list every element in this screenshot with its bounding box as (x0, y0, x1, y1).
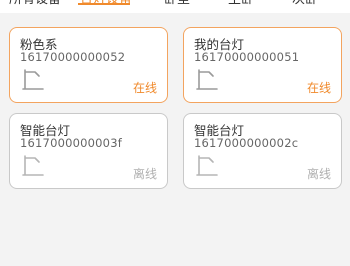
desk-lamp-icon (22, 69, 44, 90)
tab-all-devices[interactable]: 所有设备 (9, 0, 61, 9)
desk-lamp-icon (22, 155, 44, 176)
device-serial: 1617000000003f (20, 136, 122, 150)
active-tab-indicator (78, 3, 130, 5)
device-status: 离线 (306, 167, 331, 181)
tab-master-bedroom[interactable]: 主卧 (228, 0, 254, 9)
tab-bedroom[interactable]: 卧室 (164, 0, 190, 9)
device-card[interactable]: 粉色系 16170000000052 在线 (9, 27, 168, 103)
desk-lamp-icon (196, 69, 218, 90)
device-card[interactable]: 智能台灯 1617000000002c 离线 (183, 113, 342, 189)
device-serial: 16170000000052 (20, 50, 126, 64)
device-serial: 16170000000051 (194, 50, 300, 64)
device-status: 在线 (132, 81, 157, 95)
device-serial: 1617000000002c (194, 136, 299, 150)
desk-lamp-icon (196, 155, 218, 176)
device-status: 在线 (306, 81, 331, 95)
tab-bar: 所有设备 台灯设备 卧室 主卧 次卧 (0, 0, 350, 13)
device-card[interactable]: 智能台灯 1617000000003f 离线 (9, 113, 168, 189)
device-status: 离线 (132, 167, 157, 181)
device-card[interactable]: 我的台灯 16170000000051 在线 (183, 27, 342, 103)
tab-second-bedroom[interactable]: 次卧 (292, 0, 318, 9)
